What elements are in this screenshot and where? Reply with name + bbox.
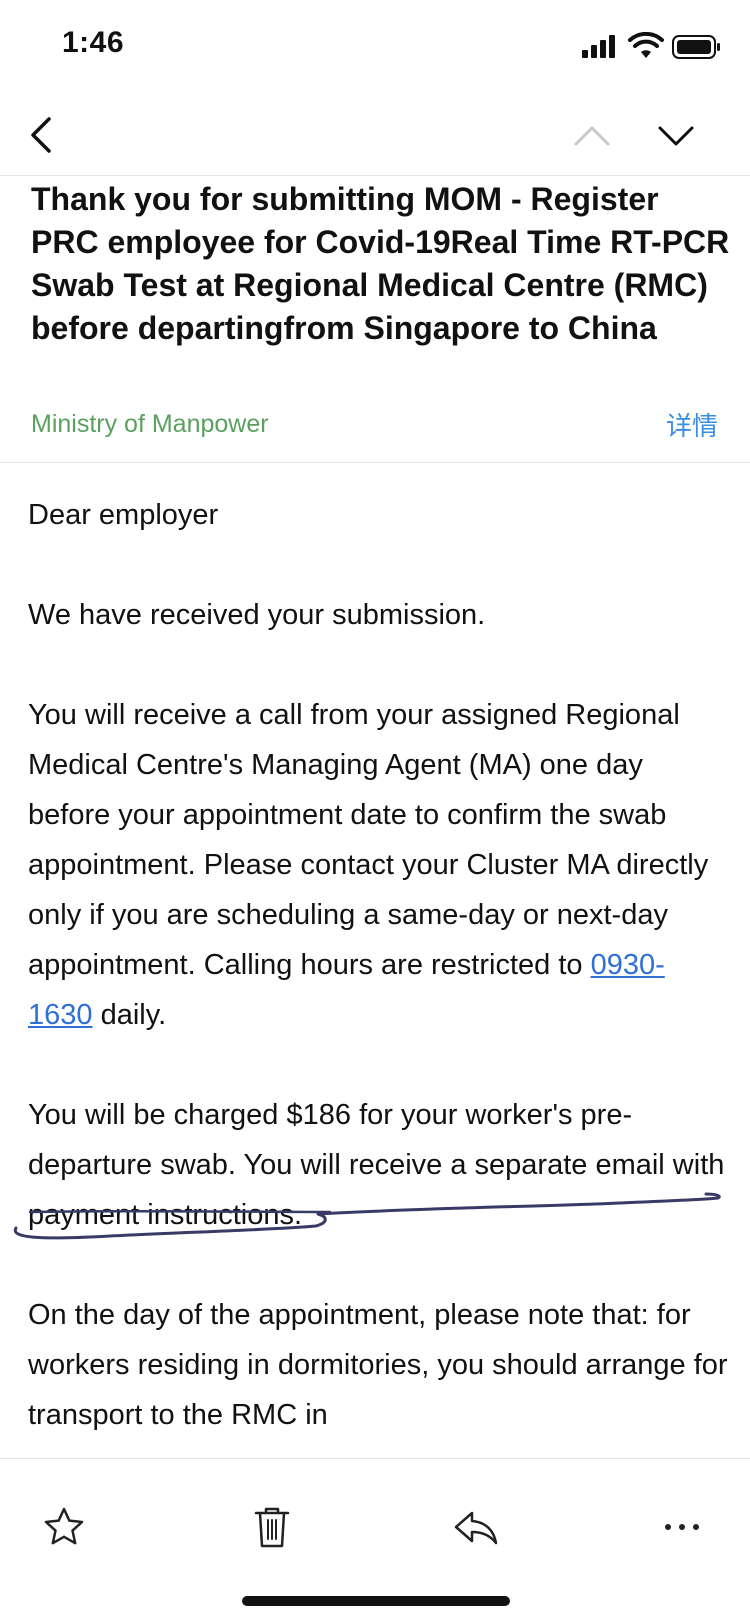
reply-button[interactable] bbox=[446, 1497, 506, 1557]
battery-icon bbox=[672, 35, 720, 59]
paragraph-call: You will receive a call from your assign… bbox=[28, 690, 728, 1040]
home-indicator bbox=[242, 1596, 510, 1606]
delete-button[interactable] bbox=[242, 1497, 302, 1557]
chevron-left-icon bbox=[31, 117, 51, 153]
trash-icon bbox=[254, 1507, 290, 1548]
greeting: Dear employer bbox=[28, 499, 219, 531]
email-subject: Thank you for submitting MOM - Register … bbox=[31, 181, 730, 346]
back-button[interactable] bbox=[12, 105, 72, 165]
cellular-signal-icon bbox=[582, 35, 615, 58]
star-button[interactable] bbox=[34, 1497, 94, 1557]
next-email-button[interactable] bbox=[646, 105, 706, 165]
previous-email-button[interactable] bbox=[562, 105, 622, 165]
more-icon bbox=[665, 1524, 699, 1530]
nav-divider bbox=[0, 175, 750, 176]
calling-hours-suffix: daily. bbox=[92, 999, 167, 1031]
status-time: 1:46 bbox=[62, 26, 125, 59]
nav-bar bbox=[0, 95, 750, 175]
chevron-up-icon bbox=[574, 126, 610, 146]
paragraph-charge: You will be charged $186 for your worker… bbox=[28, 1099, 725, 1231]
star-icon bbox=[44, 1507, 84, 1545]
more-button[interactable] bbox=[652, 1497, 712, 1557]
chevron-down-icon bbox=[658, 126, 694, 146]
paragraph-day-of: On the day of the appointment, please no… bbox=[28, 1299, 728, 1431]
paragraph-call-text: You will receive a call from your assign… bbox=[28, 699, 709, 981]
reply-icon bbox=[454, 1511, 498, 1545]
details-link[interactable]: 详情 bbox=[666, 406, 718, 443]
header-divider bbox=[0, 462, 750, 463]
paragraph-received: We have received your submission. bbox=[28, 599, 486, 631]
status-bar: 1:46 bbox=[0, 0, 750, 90]
status-icons bbox=[582, 31, 722, 62]
sender-name[interactable]: Ministry of Manpower bbox=[31, 410, 269, 439]
email-body: Dear employer We have received your subm… bbox=[28, 490, 728, 1450]
wifi-icon bbox=[628, 31, 664, 58]
